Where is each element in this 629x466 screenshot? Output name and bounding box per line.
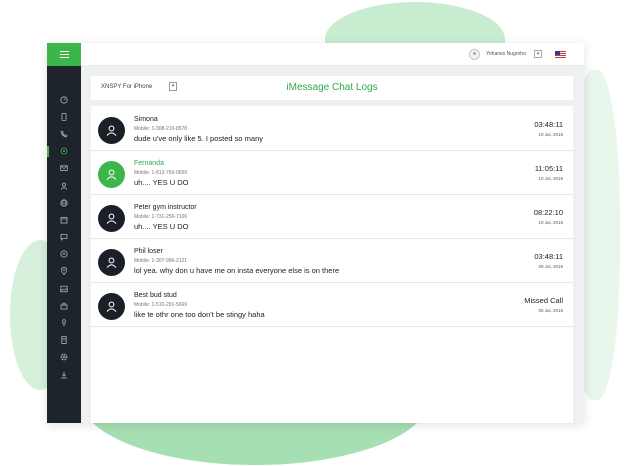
call-icon	[60, 130, 68, 138]
chat-icon	[60, 147, 68, 155]
photos-icon	[60, 285, 68, 292]
contact-avatar	[98, 205, 125, 232]
sidebar	[47, 43, 81, 423]
user-icon	[106, 169, 117, 180]
sidebar-item-device[interactable]	[47, 332, 81, 349]
menu-button[interactable]	[47, 43, 81, 66]
contact-avatar	[98, 293, 125, 320]
contact-mobile: Mobile: 1-308-210-8578	[134, 126, 188, 132]
sidebar-item-contacts[interactable]	[47, 177, 81, 194]
sidebar-item-message[interactable]	[47, 229, 81, 246]
contact-mobile: Mobile: 1-307-996-2121	[134, 258, 188, 264]
message-icon	[60, 234, 68, 242]
contact-name: Peter gym instructor	[134, 204, 197, 211]
contact-mobile: Mobile: 1-731-256-7106	[134, 214, 188, 220]
message-time: 03:48:11	[534, 120, 563, 129]
email-icon	[60, 165, 68, 172]
message-time: 11:05:11	[534, 164, 563, 173]
language-flag-icon[interactable]	[555, 51, 566, 59]
sidebar-item-microphone[interactable]	[47, 314, 81, 331]
sidebar-item-browser[interactable]	[47, 194, 81, 211]
user-icon	[106, 301, 117, 312]
sidebar-item-call[interactable]	[47, 125, 81, 142]
message-date: 10 Jul, 2016	[538, 132, 563, 137]
browser-icon	[60, 199, 68, 207]
message-preview: uh.... YES U DO	[134, 178, 189, 187]
user-avatar[interactable]	[469, 49, 480, 60]
message-date: 10 Jul, 2016	[538, 220, 563, 225]
location-icon	[60, 267, 68, 276]
message-preview: dude u've only like 5. I posted so many	[134, 134, 264, 143]
contact-avatar	[98, 117, 125, 144]
device-icon	[61, 336, 67, 345]
apps-icon	[60, 302, 68, 310]
contact-name: Fernanda	[134, 160, 164, 167]
sidebar-item-chat[interactable]	[47, 143, 81, 160]
contact-name: Phil loser	[134, 248, 163, 255]
message-date: 09 Jul, 2016	[538, 264, 563, 269]
sidebar-item-calendar[interactable]	[47, 211, 81, 228]
app-window: Yohanes Nugroho ▾ XNSPY For iPhone ▾ iMe…	[47, 43, 584, 423]
contact-name: Best bud stud	[134, 292, 177, 299]
sidebar-item-email[interactable]	[47, 160, 81, 177]
chat-row[interactable]: Peter gym instructor Mobile: 1-731-256-71…	[91, 197, 573, 239]
message-preview: uh.... YES U DO	[134, 222, 189, 231]
message-preview: like te othr one too don't be stingy hah…	[134, 310, 265, 319]
sidebar-item-photos[interactable]	[47, 280, 81, 297]
sidebar-nav	[47, 66, 81, 383]
sidebar-item-location[interactable]	[47, 263, 81, 280]
calendar-icon	[60, 217, 68, 224]
download-icon	[61, 371, 67, 378]
user-icon	[106, 257, 117, 268]
stage: Yohanes Nugroho ▾ XNSPY For iPhone ▾ iMe…	[0, 0, 629, 466]
hamburger-icon	[59, 51, 69, 58]
contact-mobile: Mobile: 1-510-201-5669	[134, 302, 188, 308]
phone-device-icon	[61, 112, 67, 121]
sidebar-item-apps[interactable]	[47, 297, 81, 314]
main-content: XNSPY For iPhone ▾ iMessage Chat Logs Si…	[81, 66, 584, 423]
chat-row[interactable]: Phil loser Mobile: 1-307-996-2121 lol yea.…	[91, 241, 573, 283]
dashboard-icon	[60, 95, 68, 104]
microphone-icon	[62, 319, 66, 327]
sidebar-item-download[interactable]	[47, 366, 81, 383]
message-date: 08 Jul, 2016	[538, 308, 563, 313]
message-preview: lol yea. why don u have me on insta ever…	[134, 266, 340, 275]
message-time: 08:22:10	[533, 208, 563, 217]
user-icon	[106, 125, 117, 136]
contacts-icon	[60, 182, 68, 190]
contact-name: Simona	[134, 116, 158, 123]
sidebar-item-upload[interactable]	[47, 246, 81, 263]
user-icon	[106, 213, 117, 224]
upload-icon	[60, 250, 68, 258]
chat-list: Simona Mobile: 1-308-210-8578 dude u've on…	[91, 106, 573, 423]
topbar: Yohanes Nugroho ▾	[81, 43, 584, 66]
page-title: iMessage Chat Logs	[286, 82, 378, 93]
chat-row[interactable]: Simona Mobile: 1-308-210-8578 dude u've on…	[91, 109, 573, 151]
message-time: 03:48:11	[534, 252, 563, 261]
message-time: Missed Call	[524, 296, 563, 305]
user-menu-caret[interactable]: ▾	[534, 50, 542, 58]
sidebar-item-phone-device[interactable]	[47, 108, 81, 125]
chat-row[interactable]: Best bud stud Mobile: 1-510-201-5669 like …	[91, 285, 573, 327]
header-card: XNSPY For iPhone ▾ iMessage Chat Logs	[91, 76, 573, 100]
user-name[interactable]: Yohanes Nugroho	[486, 51, 526, 57]
settings-icon	[60, 354, 68, 361]
contact-avatar	[98, 161, 125, 188]
chat-row[interactable]: Fernanda Mobile: 1-813-769-0659 uh.... YES…	[91, 153, 573, 195]
contact-avatar	[98, 249, 125, 276]
contact-mobile: Mobile: 1-813-769-0659	[134, 170, 188, 176]
sidebar-item-dashboard[interactable]	[47, 91, 81, 108]
message-date: 10 Jul, 2016	[538, 176, 563, 181]
sidebar-item-settings[interactable]	[47, 349, 81, 366]
